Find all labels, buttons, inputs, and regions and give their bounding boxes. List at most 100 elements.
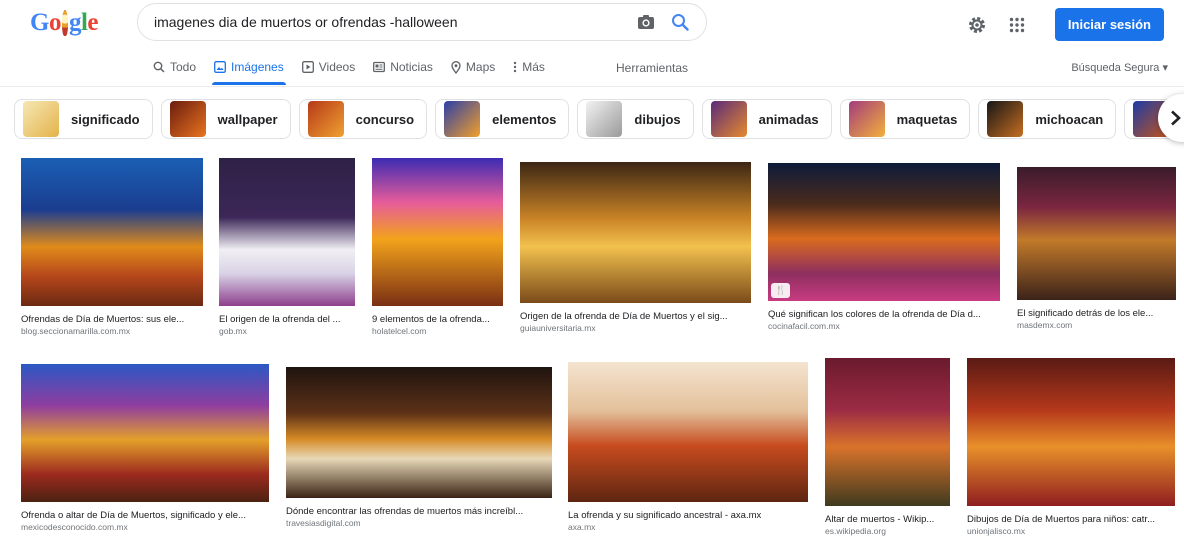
tab-imagenes[interactable]: Imágenes: [212, 55, 286, 85]
image-result[interactable]: El significado detrás de los ele... masd…: [1017, 167, 1176, 331]
result-image[interactable]: [520, 162, 751, 303]
result-image[interactable]: 🍴: [768, 163, 1000, 301]
result-source: blog.seccionamarilla.com.mx: [21, 326, 131, 336]
chip-thumbnail: [710, 101, 747, 137]
chip-thumbnail: [169, 101, 206, 137]
result-image[interactable]: [372, 158, 503, 306]
image-result[interactable]: La ofrenda y su significado ancestral - …: [568, 362, 808, 533]
result-title[interactable]: El significado detrás de los ele...: [1017, 307, 1176, 320]
result-title[interactable]: Dónde encontrar las ofrendas de muertos …: [286, 505, 552, 518]
image-icon: [214, 61, 226, 73]
result-title[interactable]: Qué significan los colores de la ofrenda…: [768, 308, 1000, 321]
recipe-badge-icon: 🍴: [771, 283, 791, 298]
tab-noticias[interactable]: Noticias: [373, 55, 433, 79]
result-title[interactable]: Origen de la ofrenda de Día de Muertos y…: [520, 310, 751, 323]
result-title[interactable]: La ofrenda y su significado ancestral - …: [568, 509, 808, 522]
tab-mas[interactable]: Más: [513, 55, 545, 79]
result-source: mexicodesconocido.com.mx: [21, 522, 128, 532]
chip-thumbnail: [586, 101, 623, 137]
gear-icon[interactable]: [965, 13, 989, 37]
chip-michoacan[interactable]: michoacan: [978, 99, 1117, 139]
tab-label: Maps: [465, 60, 496, 74]
chip-thumbnail: [444, 101, 481, 137]
apps-grid-icon[interactable]: [1005, 13, 1029, 37]
related-chips: significado wallpaper concurso elementos…: [14, 99, 1184, 139]
result-image[interactable]: [967, 358, 1175, 506]
result-source: cocinafacil.com.mx: [768, 321, 840, 331]
chip-maquetas[interactable]: maquetas: [839, 99, 971, 139]
chip-thumbnail: [23, 101, 59, 137]
chip-label: concurso: [355, 111, 415, 127]
header-divider: [0, 86, 1184, 87]
chip-significado[interactable]: significado: [14, 99, 153, 139]
search-icon: [153, 61, 165, 73]
result-title[interactable]: Ofrendas de Día de Muertos: sus ele...: [21, 313, 203, 326]
image-result[interactable]: Dónde encontrar las ofrendas de muertos …: [286, 367, 552, 529]
chip-label: elementos: [492, 111, 557, 127]
result-source: guiauniversitaria.mx: [520, 323, 596, 333]
more-vert-icon: [513, 61, 517, 73]
result-source: holatelcel.com: [372, 326, 427, 336]
tab-videos[interactable]: Videos: [301, 55, 356, 79]
result-title[interactable]: Dibujos de Día de Muertos para niños: ca…: [967, 513, 1175, 526]
news-icon: [373, 61, 386, 73]
result-image[interactable]: [21, 364, 269, 502]
google-logo[interactable]: Go gle: [30, 6, 98, 40]
image-result[interactable]: Origen de la ofrenda de Día de Muertos y…: [520, 162, 751, 334]
chip-animadas[interactable]: animadas: [701, 99, 832, 139]
result-source: unionjalisco.mx: [967, 526, 1026, 536]
tab-label: Imágenes: [231, 60, 284, 74]
result-image[interactable]: [1017, 167, 1176, 300]
chip-dibujos[interactable]: dibujos: [577, 99, 694, 139]
image-result[interactable]: 9 elementos de la ofrenda... holatelcel.…: [372, 158, 503, 337]
tab-label: Noticias: [390, 60, 433, 74]
doodle-skull-icon: [61, 10, 68, 36]
result-title[interactable]: Altar de muertos - Wikip...: [825, 513, 950, 526]
tab-todo[interactable]: Todo: [153, 55, 196, 79]
camera-icon[interactable]: [634, 10, 658, 34]
tab-label: Videos: [318, 60, 356, 74]
result-title[interactable]: Ofrenda o altar de Día de Muertos, signi…: [21, 509, 269, 522]
chip-label: wallpaper: [217, 111, 278, 127]
chevron-right-icon: [1171, 110, 1181, 126]
safe-search-menu[interactable]: Búsqueda Segura ▾: [1071, 61, 1168, 74]
search-box[interactable]: [137, 3, 707, 41]
result-source: gob.mx: [219, 326, 247, 336]
chip-thumbnail: [307, 101, 344, 137]
image-result[interactable]: Ofrenda o altar de Día de Muertos, signi…: [21, 364, 269, 533]
image-result[interactable]: 🍴 Qué significan los colores de la ofren…: [768, 163, 1000, 332]
chip-label: michoacan: [1035, 111, 1104, 127]
result-title[interactable]: 9 elementos de la ofrenda...: [372, 313, 503, 326]
result-source: travesiasdigital.com: [286, 518, 361, 528]
tools-button[interactable]: Herramientas: [616, 61, 688, 75]
chip-wallpaper[interactable]: wallpaper: [160, 99, 291, 139]
image-result[interactable]: Altar de muertos - Wikip... es.wikipedia…: [825, 358, 950, 537]
result-source: es.wikipedia.org: [825, 526, 886, 536]
result-image[interactable]: [568, 362, 808, 502]
play-icon: [301, 61, 314, 73]
result-title[interactable]: El origen de la ofrenda del ...: [219, 313, 355, 326]
result-image[interactable]: [21, 158, 203, 306]
chip-label: dibujos: [634, 111, 681, 127]
search-input[interactable]: [154, 14, 624, 30]
chip-label: significado: [71, 111, 140, 127]
image-result[interactable]: Ofrendas de Día de Muertos: sus ele... b…: [21, 158, 203, 337]
search-icon[interactable]: [668, 10, 692, 34]
chip-elementos[interactable]: elementos: [435, 99, 570, 139]
result-image[interactable]: [825, 358, 950, 506]
pin-icon: [451, 60, 461, 74]
result-image[interactable]: [219, 158, 355, 306]
chip-concurso[interactable]: concurso: [298, 99, 428, 139]
chip-label: maquetas: [896, 111, 958, 127]
header-actions: Iniciar sesión: [949, 8, 1164, 41]
chip-thumbnail: [848, 101, 885, 137]
image-result[interactable]: El origen de la ofrenda del ... gob.mx: [219, 158, 355, 337]
result-image[interactable]: [286, 367, 552, 498]
search-tabs: Todo Imágenes Videos Noticias Maps Más: [153, 55, 563, 85]
chip-thumbnail: [987, 101, 1024, 137]
image-result[interactable]: Dibujos de Día de Muertos para niños: ca…: [967, 358, 1175, 537]
tab-maps[interactable]: Maps: [451, 55, 495, 79]
signin-button[interactable]: Iniciar sesión: [1054, 8, 1164, 41]
tab-label: Todo: [170, 60, 197, 74]
result-source: axa.mx: [568, 522, 596, 532]
